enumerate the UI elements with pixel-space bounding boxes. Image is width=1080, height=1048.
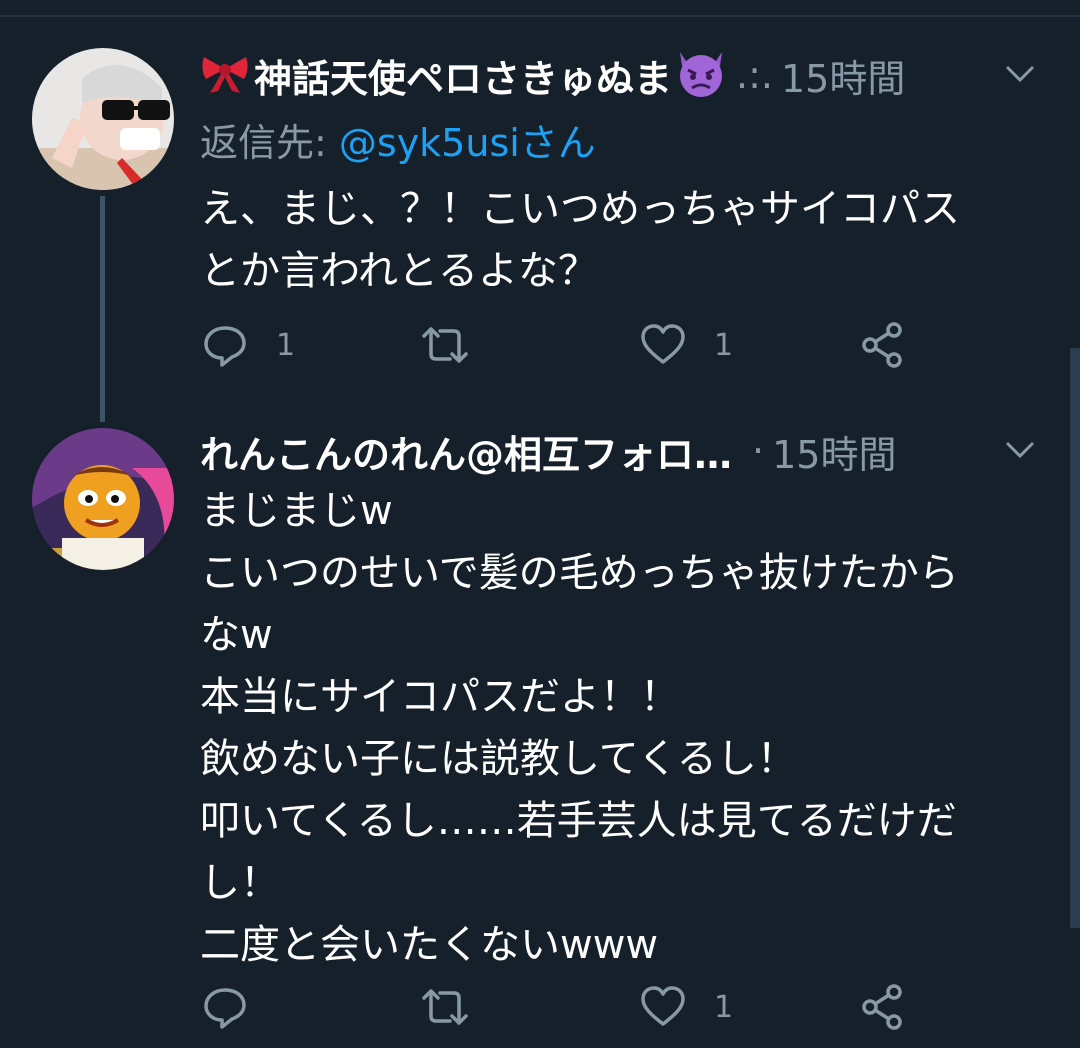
like-count: 1 [714,989,734,1025]
tweet-1[interactable]: 神話天使ペロさきゅぬま .:. 15時間 返信先: @syk5usiさん え、ま… [0,0,1080,400]
display-name[interactable]: 神話天使ペロさきゅぬま [254,48,672,103]
reply-to-label: 返信先: [200,121,339,165]
like-count: 1 [714,327,734,363]
share-button[interactable] [858,320,908,370]
reply-button[interactable]: 1 [200,320,295,370]
chevron-down-icon[interactable] [1000,430,1040,470]
reply-mention-link[interactable]: @syk5usiさん [339,121,596,165]
retweet-icon [418,320,472,370]
separator-dot: · [752,429,765,473]
reply-count: 1 [276,327,296,363]
angry-devil-emoji [674,48,728,102]
like-icon [638,982,688,1032]
reply-icon [200,982,250,1032]
reply-button[interactable] [200,982,276,1032]
action-bar: 1 [200,982,920,1032]
timestamp[interactable]: 15時間 [772,424,896,479]
share-icon [858,320,908,370]
like-icon [638,320,688,370]
tweet-text: まじまじw こいつのせいで髪の毛めっちゃ抜けたから なw 本当にサイコパスだよ！… [200,488,959,968]
chevron-down-icon[interactable] [1000,54,1040,94]
separator-dots: .:. [736,53,773,97]
action-bar: 1 1 [200,320,920,370]
avatar[interactable] [32,48,174,190]
retweet-icon [418,982,472,1032]
tweet-text: え、まじ、？！こいつめっちゃサイコパス とか言われとるよな？ [200,186,960,294]
tweet-2[interactable]: れんこんのれん@相互フォロ… · 15時間 まじまじw こいつのせいで髪の毛めっ… [0,400,1080,1048]
retweet-button[interactable] [418,320,498,370]
share-button[interactable] [858,982,908,1032]
tweet-header: 神話天使ペロさきゅぬま .:. 15時間 [200,46,1040,104]
reply-to-line: 返信先: @syk5usiさん [200,112,596,167]
tweet-header: れんこんのれん@相互フォロ… · 15時間 [200,422,1040,480]
display-name[interactable]: れんこんのれん@相互フォロ… [200,424,732,479]
avatar[interactable] [32,428,174,570]
ribbon-emoji [200,51,250,99]
retweet-button[interactable] [418,982,498,1032]
like-button[interactable]: 1 [638,982,733,1032]
like-button[interactable]: 1 [638,320,733,370]
timestamp[interactable]: 15時間 [781,48,905,103]
share-icon [858,982,908,1032]
reply-icon [200,320,250,370]
